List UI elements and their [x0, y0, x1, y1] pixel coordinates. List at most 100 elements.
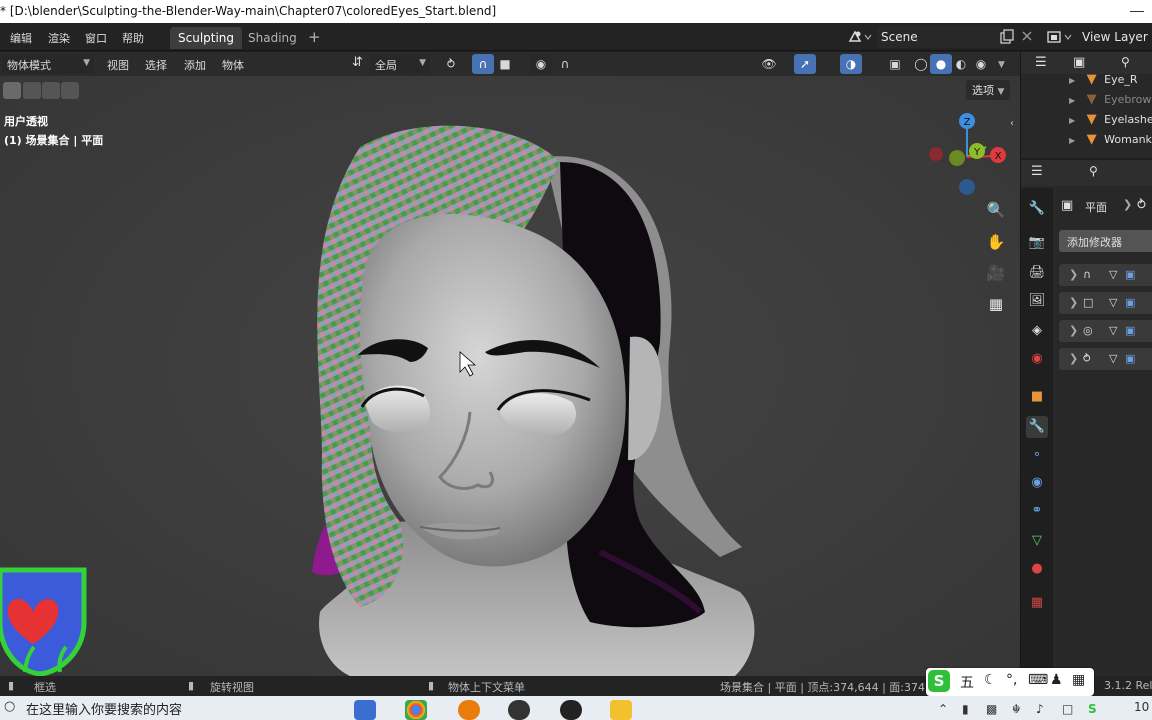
battery-icon[interactable]: ▩ — [986, 702, 997, 716]
add-workspace-button[interactable]: + — [300, 27, 329, 49]
menu-add[interactable]: 添加 — [184, 57, 206, 73]
physics-tab-icon[interactable]: ◉ — [1026, 472, 1048, 494]
material-shading-icon[interactable]: ◐ — [950, 54, 972, 74]
ime-indicator-icon[interactable]: □ — [1062, 702, 1073, 716]
visibility-eye-icon[interactable]: 👁 — [758, 54, 780, 74]
particles-tab-icon[interactable]: ∘ — [1026, 444, 1048, 466]
expand-arrow-icon[interactable]: ❯ — [1069, 268, 1078, 281]
copy-scene-icon[interactable] — [999, 29, 1015, 45]
outliner-display-mode-icon[interactable]: ☰ — [1035, 55, 1047, 70]
modifier-panel[interactable]: ❯ □ ▽ ▣ — [1059, 292, 1152, 314]
view-layer-tab-icon[interactable]: 🖼 — [1026, 290, 1048, 312]
menu-object[interactable]: 物体 — [222, 57, 244, 73]
scene-name-field[interactable]: Scene — [877, 26, 1005, 48]
proportional-edit-icon[interactable]: ◉ — [530, 54, 552, 74]
expand-arrow-icon[interactable]: ▶ — [1069, 116, 1075, 125]
sogou-tray-icon[interactable]: S — [1088, 702, 1097, 716]
perspective-grid-icon[interactable]: ▦ — [983, 291, 1009, 317]
wireframe-shading-icon[interactable]: ◯ — [910, 54, 932, 74]
select-invert-icon[interactable] — [61, 82, 79, 99]
select-extend-icon[interactable] — [23, 82, 41, 99]
render-tab-icon[interactable]: 📷 — [1026, 232, 1048, 254]
scene-tab-icon[interactable]: ◈ — [1026, 320, 1048, 342]
wifi-icon[interactable]: ☬ — [1012, 702, 1021, 716]
falloff-curve-icon[interactable]: ∩ — [554, 54, 576, 74]
editmode-toggle-icon[interactable]: ▽ — [1109, 296, 1117, 309]
modifier-panel[interactable]: ❯ ⥁ ▽ ▣ — [1059, 348, 1152, 370]
menu-edit[interactable]: 编辑 — [10, 30, 32, 46]
menu-help[interactable]: 帮助 — [122, 30, 144, 46]
tool-tab-icon[interactable]: 🔧 — [1026, 198, 1048, 220]
expand-arrow-icon[interactable]: ❯ — [1069, 296, 1078, 309]
gizmo-toggle-icon[interactable]: ➚ — [794, 54, 816, 74]
outliner-item[interactable]: ▶ ▼ Eyebrow — [1069, 92, 1151, 112]
chrome-icon[interactable] — [405, 700, 427, 720]
viewport-toggle-icon[interactable]: ▣ — [1125, 268, 1135, 281]
world-tab-icon[interactable]: ◉ — [1026, 348, 1048, 370]
menu-window[interactable]: 窗口 — [85, 30, 107, 46]
close-icon[interactable] — [1021, 30, 1033, 42]
punctuation-icon[interactable]: °, — [1006, 672, 1017, 688]
keyboard-icon[interactable]: ⌨ — [1028, 672, 1048, 688]
outliner-filter-icon[interactable]: ▣ — [1073, 55, 1085, 70]
clock[interactable]: 10 — [1134, 700, 1149, 714]
search-icon[interactable]: ⚲ — [1089, 164, 1098, 178]
sidebar-toggle-arrow-icon[interactable]: ‹ — [1010, 118, 1014, 129]
tab-shading[interactable]: Shading — [240, 27, 305, 49]
tab-sculpting[interactable]: Sculpting — [170, 27, 243, 49]
modifier-panel[interactable]: ❯ ∩ ▽ ▣ — [1059, 264, 1152, 286]
volume-icon[interactable]: ♪ — [1036, 702, 1044, 716]
modifier-tab-icon[interactable]: 🔧 — [1026, 416, 1048, 438]
tray-up-arrow-icon[interactable]: ⌃ — [938, 702, 948, 716]
folder-icon[interactable] — [610, 700, 632, 720]
data-tab-icon[interactable]: ▽ — [1026, 530, 1048, 552]
navigation-gizmo[interactable]: Z Y X — [926, 112, 1016, 202]
viewport-toggle-icon[interactable]: ▣ — [1125, 296, 1135, 309]
outliner-item[interactable]: ▶ ▼ Eyelashe — [1069, 112, 1152, 132]
mode-selector[interactable]: 物体模式 ▼ — [2, 54, 94, 74]
menu-render[interactable]: 渲染 — [48, 30, 70, 46]
search-icon[interactable]: ⚲ — [1121, 55, 1130, 69]
expand-arrow-icon[interactable]: ▶ — [1069, 96, 1075, 105]
output-tab-icon[interactable]: 🖨 — [1026, 262, 1048, 284]
user-icon[interactable]: ♟ — [1050, 672, 1063, 688]
view-layer-selector[interactable]: View Layer — [1045, 26, 1152, 48]
constraints-tab-icon[interactable]: ⚭ — [1026, 500, 1048, 522]
solid-shading-icon[interactable]: ● — [930, 54, 952, 74]
expand-arrow-icon[interactable]: ▶ — [1069, 76, 1075, 85]
properties-type-icon[interactable]: ☰ — [1031, 164, 1043, 179]
material-tab-icon[interactable]: ● — [1026, 558, 1048, 580]
ime-toolbar[interactable]: S 五 ☾ °, ⌨ ♟ ▦ — [926, 668, 1094, 696]
app-icon-files[interactable] — [354, 700, 376, 720]
taskbar-search-input[interactable]: 在这里输入你要搜索的内容 — [26, 699, 366, 718]
ime-mode[interactable]: 五 — [960, 672, 974, 692]
texture-tab-icon[interactable]: ▦ — [1026, 592, 1048, 614]
minimize-button[interactable] — [1112, 0, 1152, 23]
outliner-item[interactable]: ▶ ▼ Womank — [1069, 132, 1152, 152]
snap-increment-icon[interactable]: ■ — [494, 54, 516, 74]
select-new-icon[interactable] — [3, 82, 21, 99]
object-tab-icon[interactable]: ■ — [1026, 386, 1048, 408]
editmode-toggle-icon[interactable]: ▽ — [1109, 268, 1117, 281]
pivot-icon[interactable]: ⥁ — [440, 54, 462, 74]
pan-hand-icon[interactable]: ✋ — [983, 229, 1009, 255]
orientation-selector[interactable]: 全局 ▼ — [370, 54, 430, 74]
rendered-shading-icon[interactable]: ◉ — [970, 54, 992, 74]
camera-view-icon[interactable]: 🎥 — [983, 260, 1009, 286]
scene-selector[interactable]: Scene — [843, 26, 1038, 48]
outliner-item[interactable]: ▶ ▼ Eye_R — [1069, 72, 1138, 92]
obs-icon[interactable] — [560, 700, 582, 720]
zoom-icon[interactable]: 🔍 — [983, 197, 1009, 223]
tray-icon[interactable]: ▮ — [962, 702, 969, 716]
blender-icon[interactable] — [458, 700, 480, 720]
3d-viewport[interactable]: 物体模式 ▼ 视图 选择 添加 物体 ⇵ 全局 ▼ ⥁ ∩ ■ ◉ ∩ 👁 ➚ … — [0, 52, 1020, 676]
moon-icon[interactable]: ☾ — [984, 672, 997, 688]
viewport-toggle-icon[interactable]: ▣ — [1125, 324, 1135, 337]
xray-toggle-icon[interactable]: ▣ — [884, 54, 906, 74]
grid-icon[interactable]: ▦ — [1072, 672, 1085, 688]
app-icon-steam[interactable] — [508, 700, 530, 720]
expand-arrow-icon[interactable]: ▶ — [1069, 136, 1075, 145]
options-dropdown[interactable]: 选项 ▼ — [966, 80, 1011, 100]
expand-arrow-icon[interactable]: ❯ — [1069, 324, 1078, 337]
menu-select[interactable]: 选择 — [145, 57, 167, 73]
